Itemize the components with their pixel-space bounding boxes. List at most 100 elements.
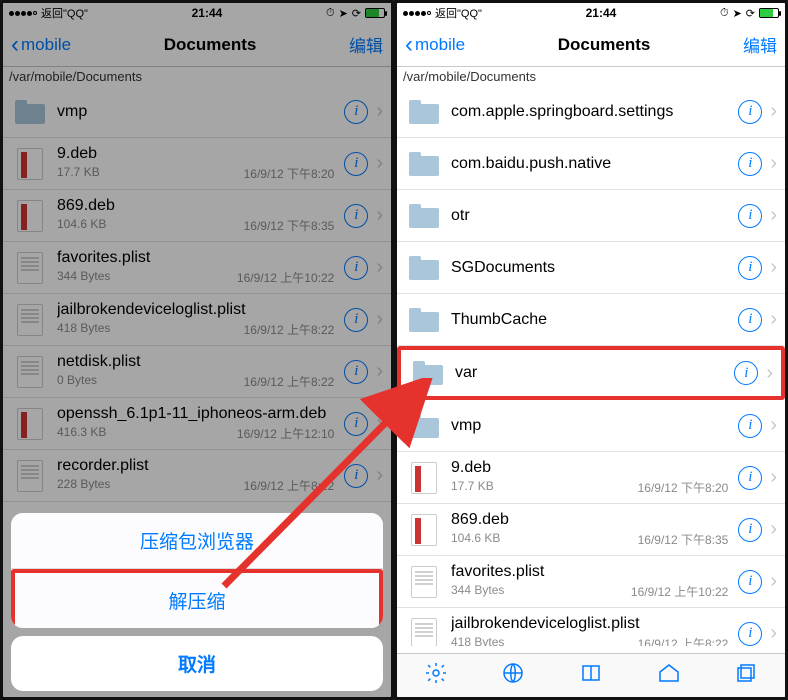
file-name: recorder.plist: [57, 457, 340, 475]
back-to-app[interactable]: 返回"QQ": [435, 5, 482, 21]
file-name: jailbrokendeviceloglist.plist: [57, 301, 340, 319]
file-row[interactable]: vmp i ›: [3, 86, 391, 138]
file-row[interactable]: openssh_6.1p1-11_iphoneos-arm.deb 416.3 …: [3, 398, 391, 450]
file-row[interactable]: 869.deb 104.6 KB16/9/12 下午8:35 i ›: [3, 190, 391, 242]
package-file-icon: [17, 200, 43, 232]
chevron-right-icon: ›: [766, 466, 781, 489]
info-button[interactable]: i: [344, 204, 368, 228]
file-size: 344 Bytes: [451, 583, 504, 600]
signal-icon: [9, 11, 37, 16]
chevron-right-icon: ›: [372, 204, 387, 227]
archive-browser-option[interactable]: 压缩包浏览器: [11, 513, 383, 569]
page-title: Documents: [164, 35, 257, 55]
battery-icon: [759, 8, 779, 18]
status-time: 21:44: [192, 6, 223, 20]
text-file-icon: [17, 356, 43, 388]
info-button[interactable]: i: [344, 152, 368, 176]
status-bar: 返回"QQ" 21:44 ⏱ ➤ ⟳: [3, 3, 391, 23]
info-button[interactable]: i: [738, 204, 762, 228]
action-sheet: 压缩包浏览器 解压缩 取消: [11, 513, 383, 691]
file-date: 16/9/12 上午8:22: [244, 477, 335, 494]
extract-option[interactable]: 解压缩: [11, 569, 383, 628]
info-button[interactable]: i: [344, 308, 368, 332]
info-button[interactable]: i: [344, 412, 368, 436]
chevron-right-icon: ›: [766, 622, 781, 645]
location-icon: ➤: [339, 7, 348, 20]
info-button[interactable]: i: [344, 360, 368, 384]
back-button[interactable]: ‹ mobile: [11, 33, 71, 57]
file-row[interactable]: 9.deb 17.7 KB16/9/12 下午8:20 i ›: [397, 452, 785, 504]
edit-button[interactable]: 编辑: [743, 32, 777, 57]
info-button[interactable]: i: [344, 464, 368, 488]
info-button[interactable]: i: [738, 570, 762, 594]
info-button[interactable]: i: [738, 622, 762, 646]
edit-button[interactable]: 编辑: [349, 32, 383, 57]
file-row[interactable]: com.apple.springboard.settings i ›: [397, 86, 785, 138]
back-label: mobile: [415, 35, 465, 55]
file-name: otr: [451, 207, 734, 225]
package-file-icon: [17, 148, 43, 180]
file-name: vmp: [451, 417, 734, 435]
globe-icon[interactable]: [501, 661, 525, 691]
text-file-icon: [17, 252, 43, 284]
file-row[interactable]: vmp i ›: [397, 400, 785, 452]
file-name: netdisk.plist: [57, 353, 340, 371]
file-size: 17.7 KB: [57, 165, 100, 182]
info-button[interactable]: i: [738, 518, 762, 542]
file-row[interactable]: jailbrokendeviceloglist.plist 418 Bytes 1…: [3, 294, 391, 346]
info-button[interactable]: i: [344, 256, 368, 280]
chevron-right-icon: ›: [372, 256, 387, 279]
file-name: ThumbCache: [451, 311, 734, 329]
file-size: 104.6 KB: [57, 217, 106, 234]
tabs-icon[interactable]: [734, 661, 758, 691]
file-name: favorites.plist: [57, 249, 340, 267]
file-list: com.apple.springboard.settings i › com.b…: [397, 86, 785, 646]
alarm-icon: ⏱: [326, 7, 335, 20]
info-button[interactable]: i: [344, 100, 368, 124]
back-to-app[interactable]: 返回"QQ": [41, 5, 88, 21]
file-row[interactable]: jailbrokendeviceloglist.plist 418 Bytes1…: [397, 608, 785, 646]
right-screenshot: 返回"QQ" 21:44 ⏱ ➤ ⟳ ‹ mobile Documents 编辑…: [394, 0, 788, 700]
chevron-right-icon: ›: [766, 518, 781, 541]
file-row[interactable]: recorder.plist 228 Bytes16/9/12 上午8:22 i…: [3, 450, 391, 502]
info-button[interactable]: i: [738, 100, 762, 124]
file-date: 16/9/12 上午8:22: [638, 635, 729, 646]
chevron-left-icon: ‹: [11, 33, 19, 57]
file-row[interactable]: otr i ›: [397, 190, 785, 242]
folder-icon: [409, 204, 439, 228]
chevron-right-icon: ›: [372, 360, 387, 383]
file-row[interactable]: var i ›: [397, 346, 785, 400]
folder-icon: [413, 361, 443, 385]
bookmarks-icon[interactable]: [579, 661, 603, 691]
chevron-right-icon: ›: [372, 100, 387, 123]
page-title: Documents: [558, 35, 651, 55]
rotation-lock-icon: ⟳: [746, 7, 755, 20]
file-row[interactable]: com.baidu.push.native i ›: [397, 138, 785, 190]
info-button[interactable]: i: [734, 361, 758, 385]
file-row[interactable]: 869.deb 104.6 KB16/9/12 下午8:35 i ›: [397, 504, 785, 556]
info-button[interactable]: i: [738, 308, 762, 332]
info-button[interactable]: i: [738, 152, 762, 176]
info-button[interactable]: i: [738, 414, 762, 438]
home-icon[interactable]: [657, 661, 681, 691]
file-row[interactable]: ThumbCache i ›: [397, 294, 785, 346]
file-size: 418 Bytes: [57, 321, 110, 338]
rotation-lock-icon: ⟳: [352, 7, 361, 20]
info-button[interactable]: i: [738, 466, 762, 490]
file-row[interactable]: netdisk.plist 0 Bytes16/9/12 上午8:22 i ›: [3, 346, 391, 398]
info-button[interactable]: i: [738, 256, 762, 280]
settings-icon[interactable]: [424, 661, 448, 691]
back-button[interactable]: ‹ mobile: [405, 33, 465, 57]
file-date: 16/9/12 上午8:22: [244, 321, 335, 338]
folder-icon: [15, 100, 45, 124]
cancel-button[interactable]: 取消: [11, 636, 383, 691]
file-row[interactable]: 9.deb 17.7 KB16/9/12 下午8:20 i ›: [3, 138, 391, 190]
file-row[interactable]: favorites.plist 344 Bytes16/9/12 上午10:22…: [3, 242, 391, 294]
file-name: 869.deb: [57, 197, 340, 215]
chevron-right-icon: ›: [372, 152, 387, 175]
folder-icon: [409, 256, 439, 280]
path-bar: /var/mobile/Documents: [397, 67, 785, 86]
file-row[interactable]: favorites.plist 344 Bytes16/9/12 上午10:22…: [397, 556, 785, 608]
file-size: 416.3 KB: [57, 425, 106, 442]
file-row[interactable]: SGDocuments i ›: [397, 242, 785, 294]
